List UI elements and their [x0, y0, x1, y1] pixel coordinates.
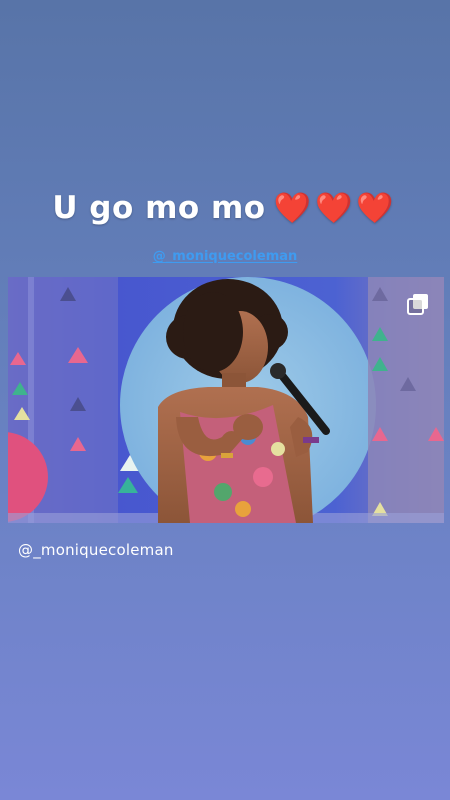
story-caption: U go mo mo ❤️❤️❤️ [0, 190, 450, 226]
caption-text: U go mo mo [52, 190, 266, 226]
multiple-posts-icon [407, 294, 428, 315]
speaker-on-stage-photo [8, 277, 444, 523]
shared-post-card[interactable] [8, 277, 444, 523]
post-author-handle[interactable]: @_moniquecoleman [18, 541, 174, 559]
mention-sticker[interactable]: @_moniquecoleman [0, 249, 450, 264]
instagram-story: U go mo mo ❤️❤️❤️ @_moniquecoleman @_mon… [0, 0, 450, 800]
heart-emojis: ❤️❤️❤️ [273, 191, 398, 226]
